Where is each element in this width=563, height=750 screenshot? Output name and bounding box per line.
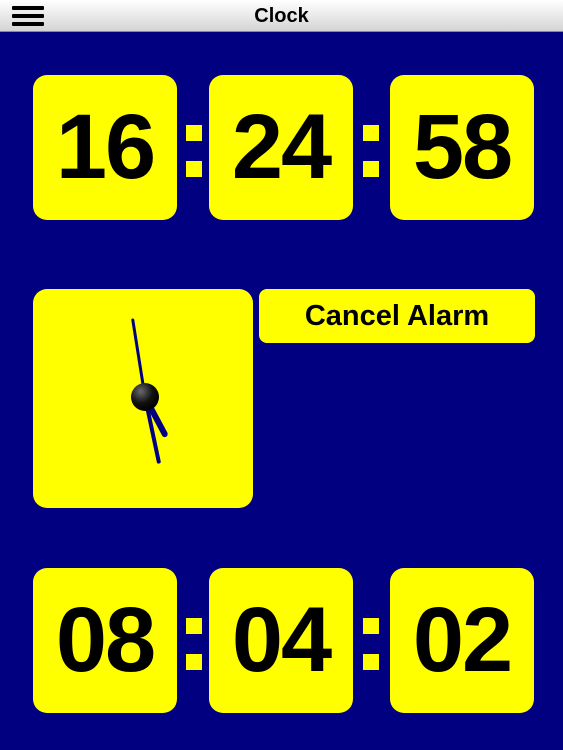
countdown-minutes-tile: 04 [209, 568, 353, 713]
analog-clock [33, 289, 253, 508]
time-separator [186, 75, 202, 220]
countdown-minutes: 04 [231, 589, 332, 691]
countdown-hours-tile: 08 [33, 568, 177, 713]
window-title: Clock [254, 5, 309, 27]
time-separator [363, 568, 379, 713]
countdown-hours: 08 [55, 589, 156, 691]
clock-hub [131, 383, 159, 411]
current-hours: 16 [55, 96, 156, 198]
time-separator [186, 568, 202, 713]
current-seconds: 58 [412, 96, 513, 198]
current-minutes-tile: 24 [209, 75, 353, 220]
time-separator [363, 75, 379, 220]
current-hours-tile: 16 [33, 75, 177, 220]
title-bar: Clock [0, 0, 563, 32]
current-seconds-tile: 58 [390, 75, 534, 220]
cancel-alarm-button[interactable]: Cancel Alarm [259, 289, 535, 343]
countdown-seconds: 02 [412, 589, 513, 691]
current-minutes: 24 [231, 96, 332, 198]
countdown-seconds-tile: 02 [390, 568, 534, 713]
analog-clock-face [131, 318, 168, 464]
